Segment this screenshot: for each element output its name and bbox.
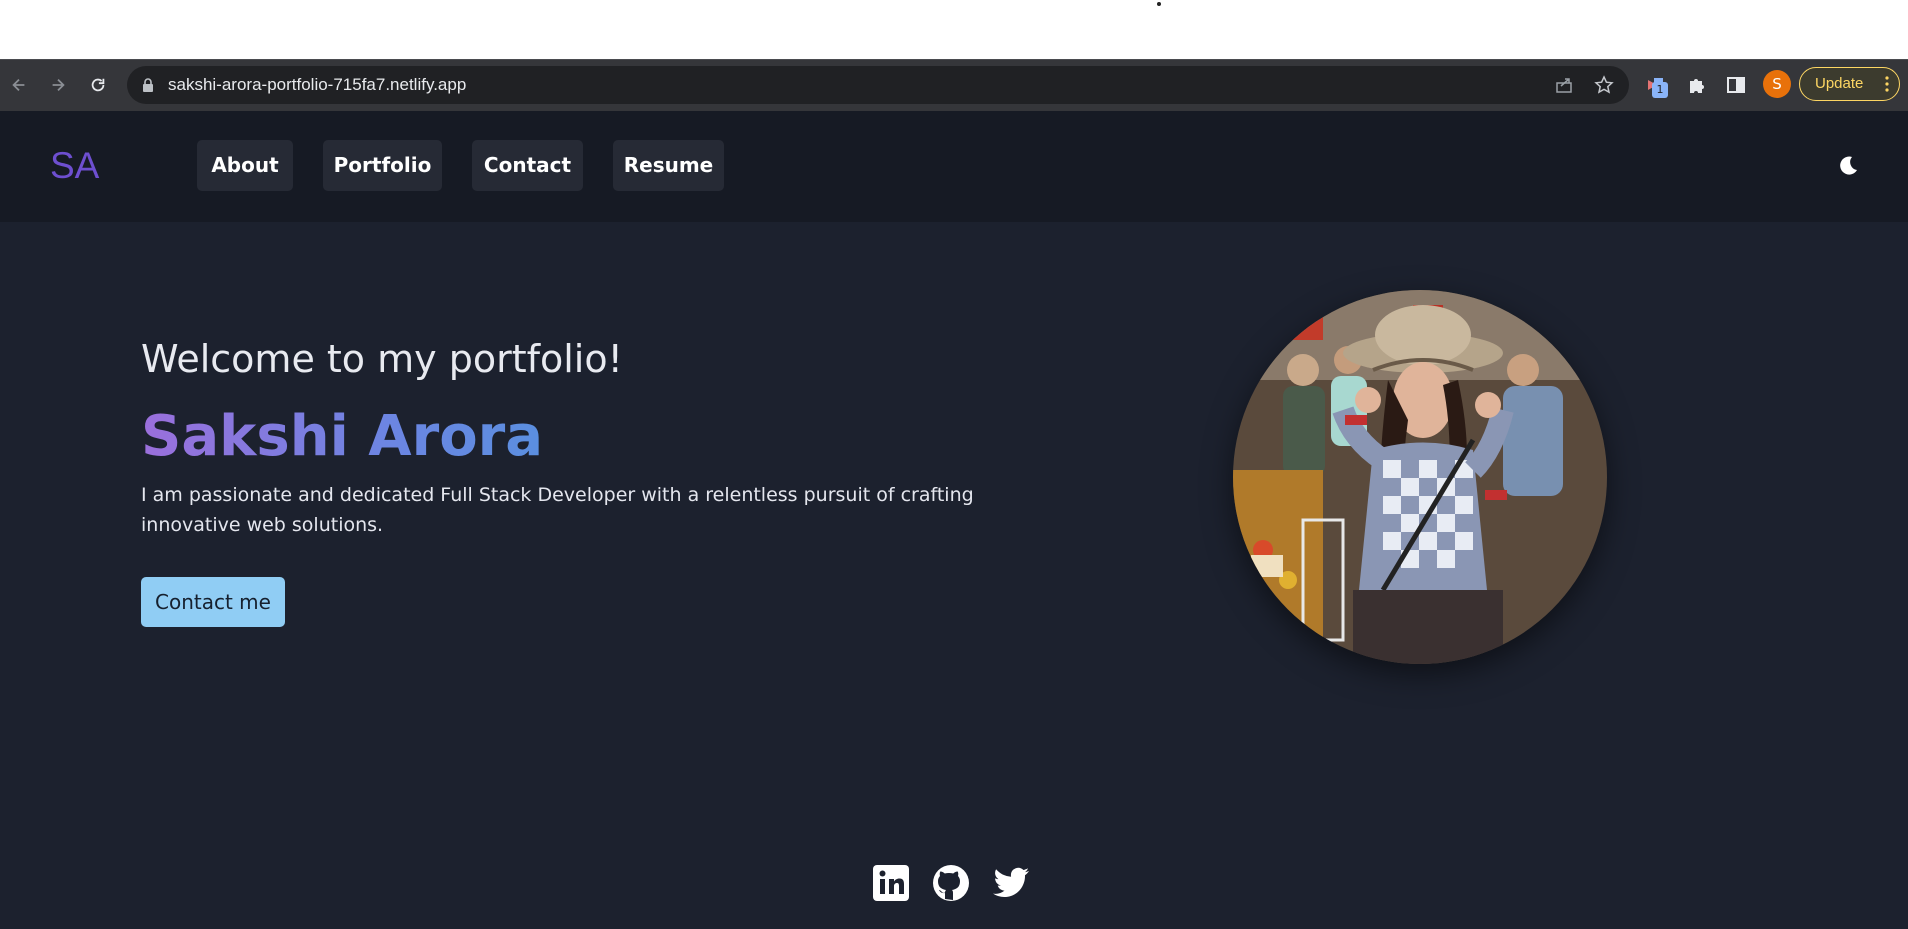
bookmark-star-icon[interactable] (1594, 75, 1614, 95)
site-logo[interactable]: SA (50, 145, 99, 187)
extension-badge: 1 (1652, 82, 1668, 98)
profile-photo (1233, 290, 1607, 664)
contact-me-button[interactable]: Contact me (141, 577, 285, 627)
lock-icon (143, 78, 153, 92)
nav-contact[interactable]: Contact (472, 140, 583, 191)
github-link[interactable] (931, 863, 971, 903)
nav-about[interactable]: About (197, 140, 293, 191)
browser-toolbar: sakshi-arora-portfolio-715fa7.netlify.ap… (0, 59, 1908, 111)
back-button[interactable] (6, 72, 32, 98)
screen-top-strip (0, 0, 1908, 59)
back-arrow-icon (12, 78, 25, 92)
update-label: Update (1815, 75, 1864, 92)
site-header: SA About Portfolio Contact Resume (0, 111, 1908, 222)
hero-tagline: I am passionate and dedicated Full Stack… (141, 484, 974, 536)
portfolio-page: SA About Portfolio Contact Resume Welcom… (0, 111, 1908, 929)
dark-mode-moon-icon[interactable] (1837, 155, 1859, 177)
url-text[interactable]: sakshi-arora-portfolio-715fa7.netlify.ap… (168, 66, 466, 104)
puzzle-extensions-icon[interactable] (1686, 74, 1708, 96)
address-bar[interactable]: sakshi-arora-portfolio-715fa7.netlify.ap… (127, 66, 1629, 104)
twitter-icon (993, 867, 1029, 897)
forward-arrow-icon (52, 78, 65, 92)
linkedin-link[interactable] (871, 863, 911, 903)
profile-photo-illustration (1233, 290, 1607, 664)
profile-avatar[interactable]: S (1763, 70, 1791, 98)
nav-resume[interactable]: Resume (613, 140, 724, 191)
hero-name: Sakshi Arora (141, 404, 544, 469)
twitter-link[interactable] (991, 863, 1031, 903)
welcome-heading: Welcome to my portfolio! (141, 337, 623, 381)
cursor-dot (1157, 2, 1161, 6)
update-button[interactable]: Update (1799, 67, 1900, 101)
side-panel-icon[interactable] (1725, 74, 1747, 96)
reload-button[interactable] (85, 72, 111, 98)
nav-portfolio[interactable]: Portfolio (323, 140, 442, 191)
kebab-menu-icon[interactable] (1885, 75, 1889, 93)
reload-icon (91, 78, 105, 92)
linkedin-icon (873, 865, 909, 901)
share-icon[interactable] (1554, 75, 1574, 95)
forward-button[interactable] (45, 72, 71, 98)
github-icon (933, 865, 969, 901)
